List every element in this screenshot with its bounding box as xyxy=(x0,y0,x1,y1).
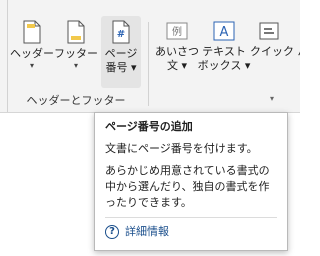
page-number-icon: # xyxy=(112,20,130,44)
greeting-button-label: あいさつ 文 ▾ xyxy=(155,45,199,72)
header-icon xyxy=(23,20,41,44)
learn-more-link[interactable]: ? 詳細情報 xyxy=(105,224,277,240)
ribbon: ヘッダー ▾ フッター ▾ # ページ 番号 ▾ ヘッダーとフッター 例 あいさ… xyxy=(0,0,300,113)
help-icon: ? xyxy=(105,225,119,239)
quick-parts-button-label: クイック パー xyxy=(250,45,300,58)
tooltip-divider xyxy=(105,217,277,218)
greeting-icon: 例 xyxy=(166,22,188,40)
tooltip-description: あらかじめ用意されている書式の中から選んだり、独自の書式を作ったりできます。 xyxy=(105,164,270,209)
ribbon-edge-divider xyxy=(0,0,8,112)
header-button[interactable]: ヘッダー ▾ xyxy=(10,16,54,88)
greeting-button[interactable]: 例 あいさつ 文 ▾ xyxy=(154,16,200,88)
svg-text:#: # xyxy=(117,29,125,40)
quick-parts-caret-icon: ▾ xyxy=(270,94,275,103)
footer-dropdown-caret: ▾ xyxy=(73,61,78,70)
page-number-button-label: ページ 番号 ▾ xyxy=(104,47,138,74)
textbox-button-label: テキスト ボックス ▾ xyxy=(197,45,251,72)
page-number-button[interactable]: # ページ 番号 ▾ xyxy=(101,16,141,88)
footer-icon xyxy=(67,20,85,44)
svg-text:A: A xyxy=(220,25,229,40)
quick-parts-button[interactable]: クイック パー xyxy=(250,16,300,88)
header-footer-group-label: ヘッダーとフッター xyxy=(26,94,126,107)
tooltip-title: ページ番号の追加 xyxy=(105,120,193,133)
group-divider xyxy=(148,22,149,106)
header-button-label: ヘッダー xyxy=(10,47,54,60)
textbox-button[interactable]: A テキスト ボックス ▾ xyxy=(197,16,251,88)
textbox-icon: A xyxy=(213,21,235,41)
learn-more-label: 詳細情報 xyxy=(125,225,169,238)
footer-button-label: フッター xyxy=(54,47,98,60)
page-number-tooltip: ページ番号の追加 文書にページ番号を付けます。 あらかじめ用意されている書式の中… xyxy=(94,112,288,251)
footer-button[interactable]: フッター ▾ xyxy=(54,16,98,88)
tooltip-line1: 文書にページ番号を付けます。 xyxy=(105,142,258,155)
header-dropdown-caret: ▾ xyxy=(29,61,34,70)
svg-text:例: 例 xyxy=(172,25,182,38)
quick-parts-icon xyxy=(259,22,279,40)
